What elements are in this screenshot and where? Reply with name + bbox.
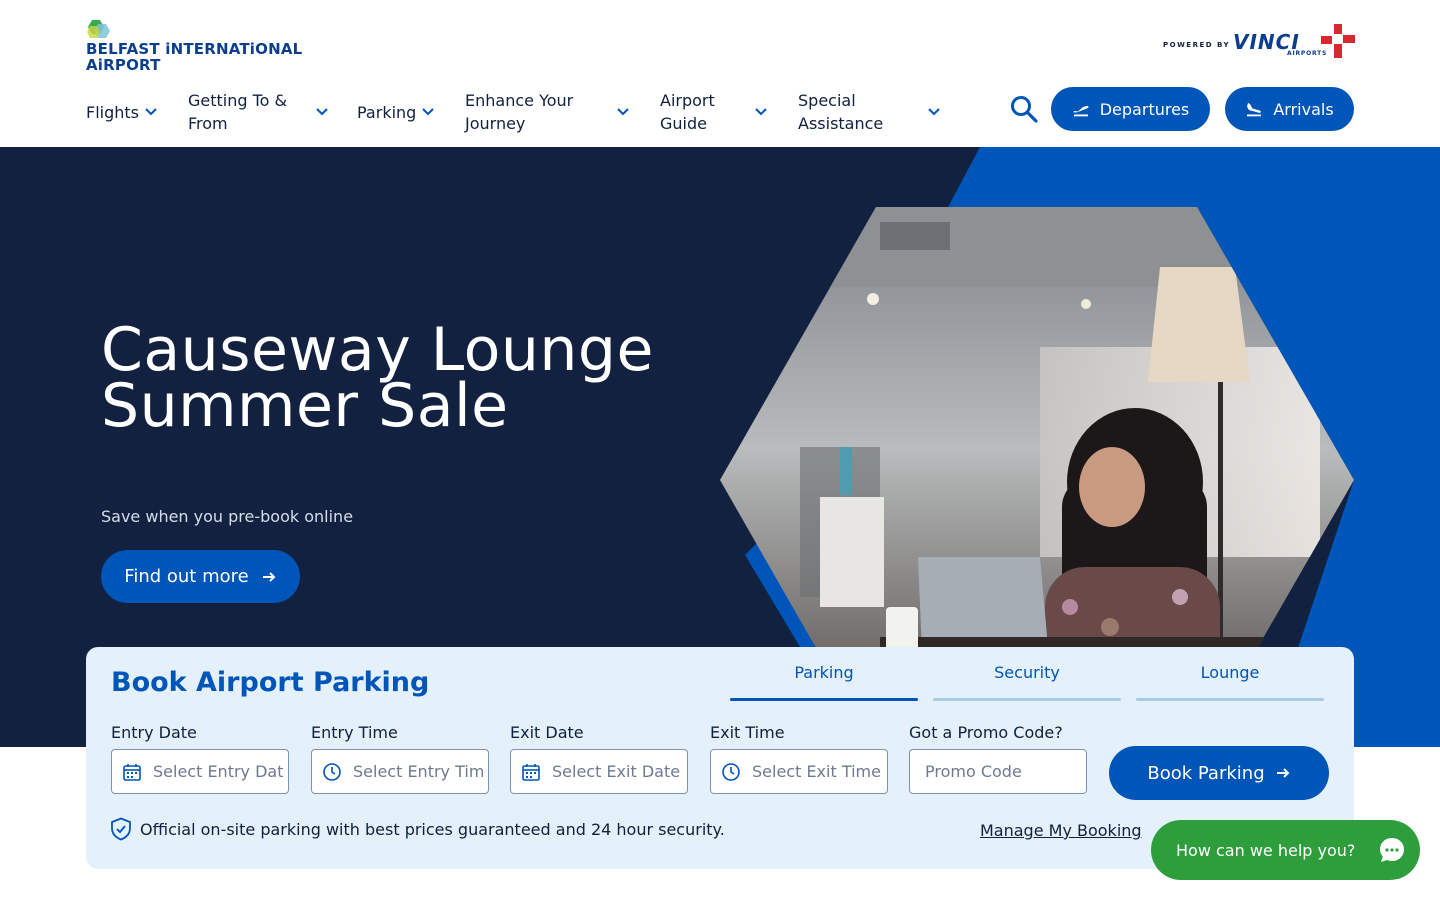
- logo-hexagon-icon: [87, 20, 110, 38]
- calendar-icon: [123, 763, 141, 781]
- powered-by-text: POWERED BY: [1163, 41, 1231, 49]
- tab-label: Lounge: [1200, 663, 1260, 682]
- arrivals-label: Arrivals: [1273, 99, 1334, 119]
- nav-item-label: Special Assistance: [798, 91, 884, 133]
- entry-date-label: Entry Date: [111, 723, 197, 742]
- tab-underline: [730, 698, 918, 701]
- chat-bubble-icon: [1380, 838, 1404, 862]
- nav-item-label: Enhance Your Journey: [465, 91, 574, 133]
- find-out-more-button[interactable]: Find out more: [101, 550, 300, 603]
- security-note: Official on-site parking with best price…: [110, 817, 725, 841]
- chat-label: How can we help you?: [1176, 840, 1356, 860]
- nav-item-enhance-journey[interactable]: Enhance Your Journey: [465, 88, 633, 136]
- belfast-airport-logo[interactable]: BELFAST iNTERNATiONAL AiRPORT: [86, 20, 326, 74]
- chevron-down-icon: [755, 108, 767, 116]
- nav-item-flights[interactable]: Flights: [86, 88, 176, 136]
- entry-time-input[interactable]: [353, 762, 483, 781]
- nav-item-special-assistance[interactable]: Special Assistance: [798, 88, 948, 136]
- chat-widget-button[interactable]: How can we help you?: [1151, 820, 1420, 880]
- arrow-right-icon: [1276, 768, 1290, 778]
- find-out-more-label: Find out more: [124, 566, 249, 587]
- exit-date-field[interactable]: [510, 749, 688, 794]
- nav-item-parking[interactable]: Parking: [357, 88, 437, 136]
- vinci-airports-logo: POWERED BY VINCI AIRPORTS: [1163, 24, 1355, 60]
- nav-item-label: Getting To & From: [188, 91, 288, 133]
- nav-item-getting-to-from[interactable]: Getting To & From: [188, 88, 330, 136]
- vinci-mark-icon: [1321, 24, 1355, 58]
- arrivals-button[interactable]: Arrivals: [1225, 87, 1354, 131]
- tab-security[interactable]: Security: [933, 663, 1121, 701]
- entry-time-label: Entry Time: [311, 723, 398, 742]
- exit-date-input[interactable]: [552, 762, 682, 781]
- nav-item-label: Airport Guide: [660, 91, 715, 133]
- exit-time-field[interactable]: [710, 749, 888, 794]
- book-parking-label: Book Parking: [1147, 762, 1265, 784]
- book-parking-button[interactable]: Book Parking: [1109, 746, 1329, 800]
- clock-icon: [722, 762, 740, 781]
- tab-parking[interactable]: Parking: [730, 663, 918, 701]
- calendar-icon: [522, 763, 540, 781]
- promo-code-label: Got a Promo Code?: [909, 723, 1063, 742]
- hero-subtitle: Save when you pre-book online: [101, 507, 354, 526]
- entry-date-input[interactable]: [153, 762, 283, 781]
- clock-icon: [323, 762, 341, 781]
- manage-booking-link[interactable]: Manage My Booking: [980, 821, 1142, 840]
- plane-arrival-icon: [1247, 103, 1262, 117]
- plane-departure-icon: [1073, 105, 1089, 117]
- arrow-right-icon: [262, 571, 276, 582]
- nav-item-label: Flights: [86, 102, 139, 122]
- booking-panel-title: Book Airport Parking: [111, 667, 430, 698]
- nav-item-airport-guide[interactable]: Airport Guide: [660, 88, 772, 136]
- promo-code-input[interactable]: [925, 762, 1075, 781]
- chevron-down-icon: [617, 108, 629, 116]
- chevron-down-icon: [316, 108, 328, 116]
- tab-underline: [1136, 698, 1324, 701]
- tab-lounge[interactable]: Lounge: [1136, 663, 1324, 701]
- exit-time-input[interactable]: [752, 762, 882, 781]
- chevron-down-icon: [145, 108, 157, 116]
- chevron-down-icon: [928, 108, 940, 116]
- tab-label: Parking: [794, 663, 854, 682]
- tab-underline: [933, 698, 1121, 701]
- shield-check-icon: [111, 817, 131, 841]
- exit-date-label: Exit Date: [510, 723, 584, 742]
- entry-time-field[interactable]: [311, 749, 489, 794]
- logo-text-line2: AiRPORT: [86, 56, 161, 74]
- chevron-down-icon: [422, 108, 434, 116]
- security-note-text: Official on-site parking with best price…: [140, 819, 725, 839]
- search-icon[interactable]: [1009, 94, 1039, 124]
- nav-item-label: Parking: [357, 102, 417, 122]
- exit-time-label: Exit Time: [710, 723, 785, 742]
- tab-label: Security: [994, 663, 1060, 682]
- departures-label: Departures: [1099, 99, 1190, 119]
- hero-title: Causeway Lounge Summer Sale: [101, 315, 654, 441]
- promo-code-field[interactable]: [909, 749, 1087, 794]
- entry-date-field[interactable]: [111, 749, 289, 794]
- departures-button[interactable]: Departures: [1051, 87, 1210, 131]
- site-header: BELFAST iNTERNATiONAL AiRPORT POWERED BY…: [0, 0, 1440, 147]
